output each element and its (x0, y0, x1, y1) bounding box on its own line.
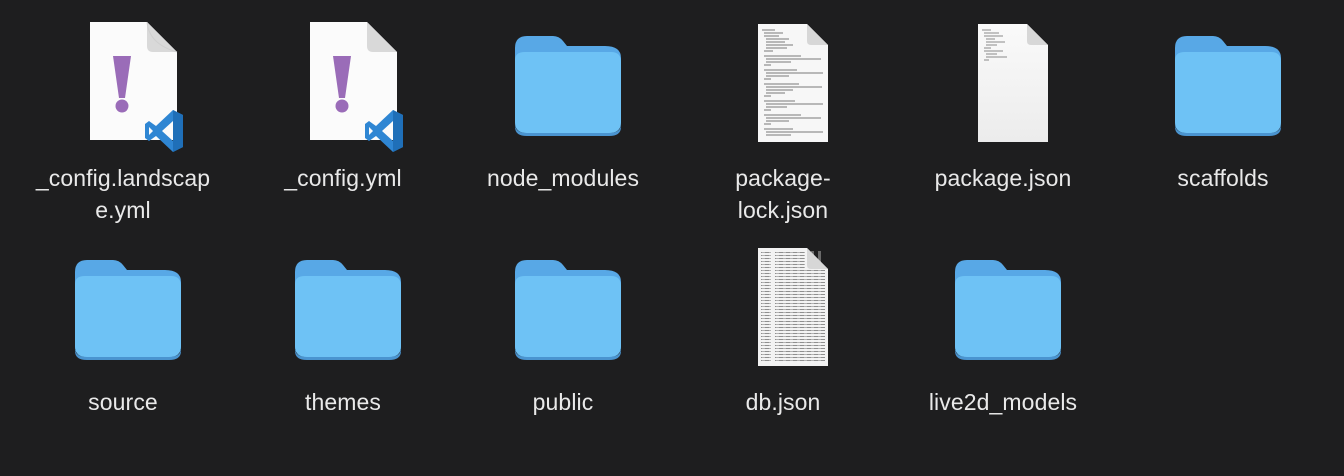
folder-icon (53, 236, 193, 376)
folder-icon (493, 12, 633, 152)
folder-name-label: source (88, 389, 158, 415)
file-item-db[interactable]: db.json (673, 236, 893, 456)
file-name-label: _config.landscap e.yml (35, 165, 211, 223)
folder-item-node-modules[interactable]: node_modules (453, 12, 673, 232)
folder-name-label: themes (304, 389, 382, 415)
json-file-icon (713, 12, 853, 152)
file-item-package-lock[interactable]: package- lock.json (673, 12, 893, 232)
folder-icon (1153, 12, 1293, 152)
file-item-config-landscape[interactable]: _config.landscap e.yml (13, 12, 233, 232)
folder-item-public[interactable]: public (453, 236, 673, 456)
file-name-label: db.json (745, 389, 821, 415)
folder-icon (933, 236, 1073, 376)
file-name-label: package- lock.json (735, 165, 831, 223)
folder-item-scaffolds[interactable]: scaffolds (1113, 12, 1333, 232)
folder-item-live2d-models[interactable]: live2d_models (893, 236, 1113, 456)
folder-name-label: node_modules (486, 165, 640, 191)
file-name-label: _config.yml (284, 165, 402, 191)
json-file-icon (713, 236, 853, 376)
folder-item-source[interactable]: source (13, 236, 233, 456)
folder-item-themes[interactable]: themes (233, 236, 453, 456)
json-file-icon (933, 12, 1073, 152)
file-item-package[interactable]: package.json (893, 12, 1113, 232)
folder-name-label: live2d_models (928, 389, 1078, 415)
yaml-file-icon (273, 12, 413, 152)
folder-name-label: public (532, 389, 594, 415)
file-item-config[interactable]: _config.yml (233, 12, 453, 232)
folder-icon (493, 236, 633, 376)
folder-name-label: scaffolds (1177, 165, 1269, 191)
file-name-label: package.json (934, 165, 1072, 191)
folder-icon (273, 236, 413, 376)
yaml-file-icon (53, 12, 193, 152)
